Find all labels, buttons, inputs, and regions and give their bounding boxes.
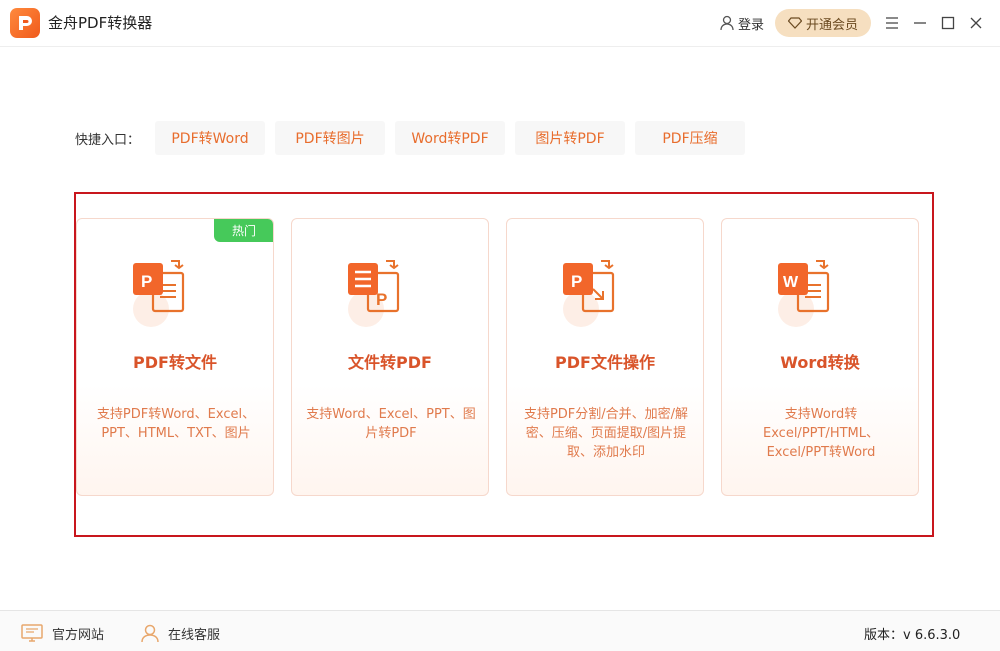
vip-button[interactable]: 开通会员: [775, 9, 871, 37]
card-title: 文件转PDF: [348, 353, 432, 372]
login-label: 登录: [738, 17, 765, 33]
quick-pdf-to-image-button[interactable]: PDF转图片: [275, 121, 385, 155]
online-service-label: 在线客服: [168, 627, 221, 643]
card-description: 支持Word转Excel/PPT/HTML、Excel/PPT转Word: [763, 407, 879, 460]
quick-image-to-pdf-button[interactable]: 图片转PDF: [515, 121, 625, 155]
card-pdf-to-file[interactable]: 热门 P PDF转文件 支持PDF转Word、Excel、PPT、HTML、TX…: [76, 218, 274, 496]
quick-pdf-compress-button[interactable]: PDF压缩: [635, 121, 745, 155]
word-convert-icon: W: [776, 259, 866, 339]
card-description: 支持Word、Excel、PPT、图片转PDF: [306, 407, 476, 441]
vip-label: 开通会员: [805, 17, 858, 33]
login-button[interactable]: 登录: [720, 12, 764, 34]
footer: 官方网站 在线客服 版本：v 6.6.3.0: [0, 610, 1000, 651]
title-bar: 金舟PDF转换器 登录 开通会员: [0, 0, 1000, 47]
card-word-convert[interactable]: W Word转换 支持Word转Excel/PPT/HTML、Excel/PPT…: [721, 218, 919, 496]
monitor-icon: [21, 624, 43, 642]
svg-text:P: P: [571, 272, 582, 291]
pdf-to-file-icon: P: [131, 259, 221, 339]
file-to-pdf-icon: P: [346, 259, 436, 339]
svg-text:W: W: [783, 274, 799, 291]
quick-pdf-to-word-button[interactable]: PDF转Word: [155, 121, 265, 155]
online-service-link[interactable]: 在线客服: [140, 623, 220, 643]
maximize-icon[interactable]: [938, 13, 958, 33]
close-icon[interactable]: [966, 13, 986, 33]
official-website-link[interactable]: 官方网站: [20, 623, 104, 643]
pdf-operations-icon: P: [561, 259, 651, 339]
quick-entry-label: 快捷入口：: [75, 133, 141, 148]
user-icon: [720, 15, 734, 31]
hot-badge: 热门: [214, 219, 273, 242]
card-title: PDF文件操作: [555, 353, 655, 372]
card-file-to-pdf[interactable]: P 文件转PDF 支持Word、Excel、PPT、图片转PDF: [291, 218, 489, 496]
customer-service-icon: [141, 624, 159, 643]
card-title: Word转换: [780, 353, 860, 372]
diamond-icon: [787, 17, 802, 29]
card-title: PDF转文件: [133, 353, 217, 372]
quick-word-to-pdf-button[interactable]: Word转PDF: [395, 121, 505, 155]
menu-icon[interactable]: [882, 13, 902, 33]
official-website-label: 官方网站: [52, 627, 105, 643]
card-pdf-operations[interactable]: P PDF文件操作 支持PDF分割/合并、加密/解密、压缩、页面提取/图片提取、…: [506, 218, 704, 496]
app-logo-icon: [10, 8, 40, 38]
minimize-icon[interactable]: [910, 13, 930, 33]
app-title: 金舟PDF转换器: [48, 14, 153, 32]
svg-text:P: P: [141, 272, 152, 291]
version-label: 版本：v 6.6.3.0: [864, 628, 961, 643]
card-description: 支持PDF转Word、Excel、PPT、HTML、TXT、图片: [96, 407, 256, 441]
card-description: 支持PDF分割/合并、加密/解密、压缩、页面提取/图片提取、添加水印: [523, 407, 689, 460]
